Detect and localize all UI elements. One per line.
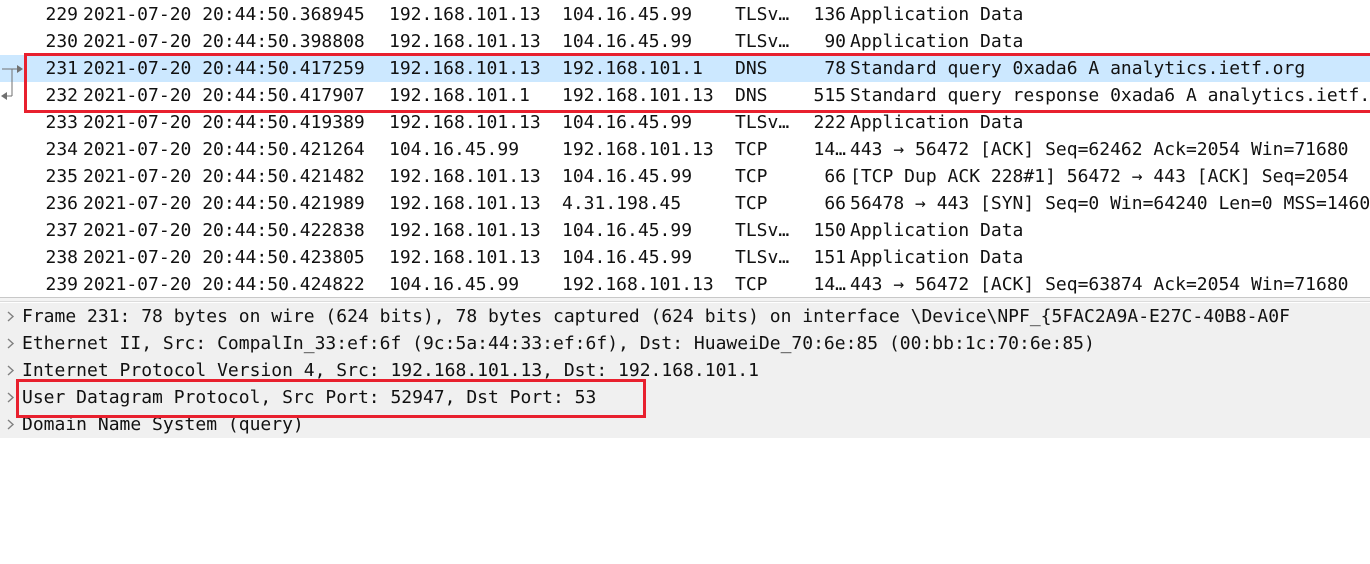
packet-list[interactable]: 239 2021-07-20 20:44:50.424822 104.16.45.9… (0, 0, 1370, 297)
packet-no-cell: 239 (45, 274, 78, 295)
packet-info-cell: Application Data (850, 247, 1024, 268)
packet-row[interactable]: 239 2021-07-20 20:44:50.424822 104.16.45.9… (0, 271, 1370, 297)
packet-src-cell: 192.168.101.13 (389, 220, 541, 241)
packet-src-cell: 104.16.45.99 (389, 139, 520, 160)
packet-row[interactable]: 238 2021-07-20 20:44:50.423805 192.168.101… (0, 244, 1370, 271)
chevron-right-icon[interactable] (4, 330, 18, 357)
detail-tree-label: Domain Name System (query) (22, 414, 304, 435)
packet-time-cell: 2021-07-20 20:44:50.424822 (83, 274, 365, 295)
packet-src-cell: 192.168.101.13 (389, 4, 541, 25)
packet-info-cell: 56478 → 443 [SYN] Seq=0 Win=64240 Len=0 … (850, 193, 1370, 214)
packet-row[interactable]: 234 2021-07-20 20:44:50.421264 104.16.45.9… (0, 136, 1370, 163)
packet-info-cell: Standard query 0xada6 A analytics.ietf.o… (850, 58, 1306, 79)
packet-info-cell: Application Data (850, 220, 1024, 241)
packet-src-cell: 192.168.101.1 (389, 85, 530, 106)
packet-time-cell: 2021-07-20 20:44:50.398808 (83, 31, 365, 52)
packet-info-cell: [TCP Dup ACK 228#1] 56472 → 443 [ACK] Se… (850, 166, 1349, 187)
packet-row[interactable]: 229 2021-07-20 20:44:50.368945 192.168.101… (0, 1, 1370, 28)
packet-len-cell: 66 (824, 166, 846, 187)
detail-tree-item[interactable]: User Datagram Protocol, Src Port: 52947,… (0, 384, 1370, 411)
packet-dst-cell: 104.16.45.99 (562, 166, 693, 187)
packet-len-cell: 66 (824, 193, 846, 214)
packet-no-cell: 235 (45, 166, 78, 187)
packet-info-cell: Application Data (850, 4, 1024, 25)
packet-dst-cell: 104.16.45.99 (562, 31, 693, 52)
packet-len-cell: 150 (813, 220, 846, 241)
chevron-right-icon[interactable] (4, 411, 18, 438)
packet-no-cell: 231 (45, 58, 78, 79)
packet-dst-cell: 4.31.198.45 (562, 193, 682, 214)
packet-src-cell: 192.168.101.13 (389, 112, 541, 133)
detail-tree-item[interactable]: Domain Name System (query) (0, 411, 1370, 438)
packet-dst-cell: 192.168.101.13 (562, 85, 714, 106)
packet-row[interactable]: 230 2021-07-20 20:44:50.398808 192.168.101… (0, 28, 1370, 55)
packet-time-cell: 2021-07-20 20:44:50.417907 (83, 85, 365, 106)
packet-dst-cell: 104.16.45.99 (562, 4, 693, 25)
detail-tree-label: Ethernet II, Src: CompalIn_33:ef:6f (9c:… (22, 333, 1095, 354)
packet-info-cell: 443 → 56472 [ACK] Seq=63874 Ack=2054 Win… (850, 274, 1349, 295)
packet-time-cell: 2021-07-20 20:44:50.423805 (83, 247, 365, 268)
packet-details[interactable]: Frame 231: 78 bytes on wire (624 bits), … (0, 303, 1370, 438)
packet-time-cell: 2021-07-20 20:44:50.417259 (83, 58, 365, 79)
packet-dst-cell: 104.16.45.99 (562, 247, 693, 268)
detail-tree-label: Frame 231: 78 bytes on wire (624 bits), … (22, 306, 1290, 327)
packet-len-cell: 515 (813, 85, 846, 106)
packet-src-cell: 192.168.101.13 (389, 31, 541, 52)
packet-info-cell: Application Data (850, 31, 1024, 52)
chevron-right-icon[interactable] (4, 357, 18, 384)
packet-no-cell: 232 (45, 85, 78, 106)
packet-row[interactable]: 232 2021-07-20 20:44:50.417907 192.168.101… (0, 82, 1370, 109)
packet-len-cell: 90 (824, 31, 846, 52)
packet-time-cell: 2021-07-20 20:44:50.421482 (83, 166, 365, 187)
packet-no-cell: 236 (45, 193, 78, 214)
packet-time-cell: 2021-07-20 20:44:50.368945 (83, 4, 365, 25)
packet-time-cell: 2021-07-20 20:44:50.421989 (83, 193, 365, 214)
packet-len-cell: 151 (813, 247, 846, 268)
packet-row[interactable]: 237 2021-07-20 20:44:50.422838 192.168.101… (0, 217, 1370, 244)
packet-info-cell: 443 → 56472 [ACK] Seq=62462 Ack=2054 Win… (850, 139, 1349, 160)
detail-tree-label: User Datagram Protocol, Src Port: 52947,… (22, 387, 597, 408)
packet-row[interactable]: 231 2021-07-20 20:44:50.417259 192.168.101… (0, 55, 1370, 82)
packet-no-cell: 233 (45, 112, 78, 133)
packet-row[interactable]: 233 2021-07-20 20:44:50.419389 192.168.101… (0, 109, 1370, 136)
detail-tree-item[interactable]: Frame 231: 78 bytes on wire (624 bits), … (0, 303, 1370, 330)
packet-no-cell: 238 (45, 247, 78, 268)
packet-src-cell: 104.16.45.99 (389, 274, 520, 295)
packet-info-cell: Standard query response 0xada6 A analyti… (850, 85, 1370, 106)
packet-len-cell: 14… (813, 139, 846, 160)
packet-src-cell: 192.168.101.13 (389, 193, 541, 214)
detail-tree-label: Internet Protocol Version 4, Src: 192.16… (22, 360, 759, 381)
packet-dst-cell: 104.16.45.99 (562, 220, 693, 241)
packet-time-cell: 2021-07-20 20:44:50.421264 (83, 139, 365, 160)
packet-no-cell: 237 (45, 220, 78, 241)
packet-row[interactable]: 235 2021-07-20 20:44:50.421482 192.168.101… (0, 163, 1370, 190)
chevron-right-icon[interactable] (4, 384, 18, 411)
packet-dst-cell: 104.16.45.99 (562, 112, 693, 133)
packet-time-cell: 2021-07-20 20:44:50.422838 (83, 220, 365, 241)
packet-src-cell: 192.168.101.13 (389, 247, 541, 268)
packet-src-cell: 192.168.101.13 (389, 166, 541, 187)
packet-len-cell: 222 (813, 112, 846, 133)
packet-len-cell: 78 (824, 58, 846, 79)
packet-dst-cell: 192.168.101.13 (562, 274, 714, 295)
detail-tree-item[interactable]: Ethernet II, Src: CompalIn_33:ef:6f (9c:… (0, 330, 1370, 357)
packet-len-cell: 14… (813, 274, 846, 295)
packet-dst-cell: 192.168.101.13 (562, 139, 714, 160)
packet-time-cell: 2021-07-20 20:44:50.419389 (83, 112, 365, 133)
chevron-right-icon[interactable] (4, 303, 18, 330)
detail-tree-item[interactable]: Internet Protocol Version 4, Src: 192.16… (0, 357, 1370, 384)
packet-info-cell: Application Data (850, 112, 1024, 133)
packet-len-cell: 136 (813, 4, 846, 25)
pane-splitter[interactable] (0, 297, 1370, 302)
packet-src-cell: 192.168.101.13 (389, 58, 541, 79)
packet-no-cell: 230 (45, 31, 78, 52)
packet-no-cell: 229 (45, 4, 78, 25)
packet-row[interactable]: 236 2021-07-20 20:44:50.421989 192.168.101… (0, 190, 1370, 217)
packet-dst-cell: 192.168.101.1 (562, 58, 703, 79)
packet-no-cell: 234 (45, 139, 78, 160)
